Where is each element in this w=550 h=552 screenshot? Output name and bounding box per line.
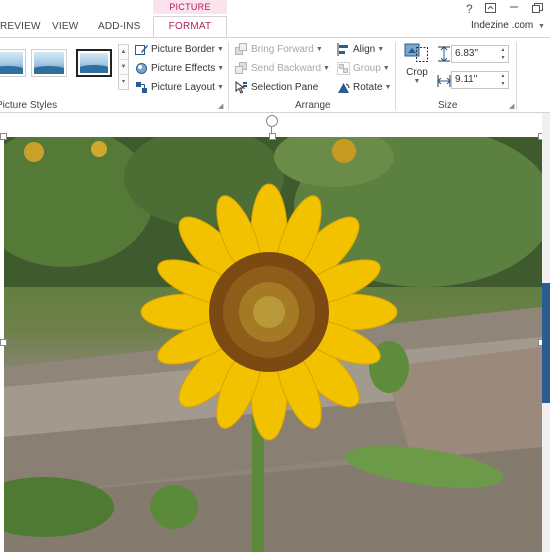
send-backward-icon [235,61,248,75]
shape-width-field[interactable]: 9.11" ▲ ▼ [451,71,509,89]
chevron-down-icon: ▼ [382,64,390,72]
scrollbar-thumb[interactable] [542,283,550,403]
send-backward-button[interactable]: Send Backward ▼ [235,60,330,76]
align-label: Align [353,43,376,55]
tab-review[interactable]: REVIEW [0,19,41,37]
sunflower-picture[interactable] [4,137,542,552]
tab-view[interactable]: VIEW [52,19,78,37]
group-label: Group [353,62,381,74]
dialog-launcher-icon[interactable]: ◢ [509,102,514,110]
picture-layout-label: Picture Layout [151,81,215,93]
width-down-icon[interactable]: ▼ [499,80,507,88]
picture-tools-header: PICTURE TOOLS [153,0,227,26]
picture-effects-label: Picture Effects [151,62,216,74]
slide-canvas[interactable] [0,113,550,552]
rotate-icon [337,81,350,94]
style-preview-icon [80,53,108,73]
picture-style-thumb-2[interactable] [31,49,67,77]
ribbon-tab-strip: PICTURE TOOLS REVIEW VIEW ADD-INS FORMAT… [0,0,550,38]
chevron-down-icon: ▼ [538,23,545,30]
chevron-down-icon: ▼ [216,83,224,91]
shape-width-icon [437,72,451,88]
crop-icon [404,41,430,65]
chevron-down-icon: ▼ [323,64,330,72]
tab-format[interactable]: FORMAT [153,16,227,38]
width-up-icon[interactable]: ▲ [499,72,507,80]
tab-add-ins[interactable]: ADD-INS [98,19,141,37]
ribbon: ▲ ▼ ▾ Picture Border ▼ Picture Effects ▼… [0,37,550,113]
layout-icon [135,81,148,94]
group-divider [395,42,396,110]
style-preview-icon [0,52,23,74]
bring-forward-label: Bring Forward [251,43,314,55]
send-backward-label: Send Backward [251,62,322,74]
sunflower-photo [4,137,542,552]
gallery-more-icon[interactable]: ▾ [119,75,128,90]
vertical-scrollbar[interactable] [542,113,550,552]
crop-button[interactable]: Crop ▼ [403,41,431,91]
bring-forward-button[interactable]: Bring Forward ▼ [235,41,323,57]
picture-layout-button[interactable]: Picture Layout ▼ [135,79,224,95]
shape-height-value: 6.83" [455,48,479,59]
resize-handle-top[interactable] [269,133,276,140]
dialog-launcher-icon[interactable]: ◢ [218,102,223,110]
restore-icon[interactable] [532,3,543,16]
chevron-down-icon: ▼ [216,45,224,53]
group-label-size: Size [438,100,458,111]
chevron-down-icon: ▼ [217,64,225,72]
group-divider [228,42,229,110]
crop-label: Crop [406,67,428,78]
shape-width-value: 9.11" [455,74,478,85]
group-icon [337,61,350,75]
rotation-handle-icon[interactable] [266,115,278,127]
shape-height-icon [437,46,451,62]
gallery-down-icon[interactable]: ▼ [119,60,128,75]
shape-height-field[interactable]: 6.83" ▲ ▼ [451,45,509,63]
effects-icon [135,62,148,75]
selection-pane-label: Selection Pane [251,81,319,93]
style-preview-icon [34,52,64,74]
chevron-down-icon: ▼ [413,78,421,85]
gallery-up-icon[interactable]: ▲ [119,45,128,60]
group-label-arrange: Arrange [295,100,331,111]
height-up-icon[interactable]: ▲ [499,46,507,54]
resize-handle-top-left[interactable] [0,133,7,140]
chevron-down-icon: ▼ [315,45,323,53]
group-button[interactable]: Group ▼ [337,60,390,76]
ribbon-display-options-icon[interactable] [485,3,496,16]
height-down-icon[interactable]: ▼ [499,54,507,62]
align-button[interactable]: Align ▼ [337,41,384,57]
selection-pane-icon [235,80,248,94]
resize-handle-left[interactable] [0,339,7,346]
user-name-label: Indezine .com [471,20,534,31]
minimize-icon[interactable] [509,0,519,13]
chevron-down-icon: ▼ [384,83,392,91]
picture-border-button[interactable]: Picture Border ▼ [135,41,224,57]
rotate-button[interactable]: Rotate ▼ [337,79,391,95]
rotate-label: Rotate [353,81,383,93]
user-account[interactable]: Indezine .com ▼ [471,20,545,31]
help-button[interactable]: ? [466,2,473,16]
gallery-scroll[interactable]: ▲ ▼ ▾ [118,44,129,90]
picture-border-label: Picture Border [151,43,215,55]
picture-effects-button[interactable]: Picture Effects ▼ [135,60,224,76]
group-divider [516,42,517,110]
picture-style-thumb-1[interactable] [0,49,26,77]
selection-pane-button[interactable]: Selection Pane [235,79,318,95]
bring-forward-icon [235,42,248,56]
chevron-down-icon: ▼ [377,45,385,53]
align-icon [337,42,350,56]
group-label-picture-styles: Picture Styles [0,100,58,111]
pencil-border-icon [135,43,148,56]
picture-style-thumb-selected[interactable] [76,49,112,77]
